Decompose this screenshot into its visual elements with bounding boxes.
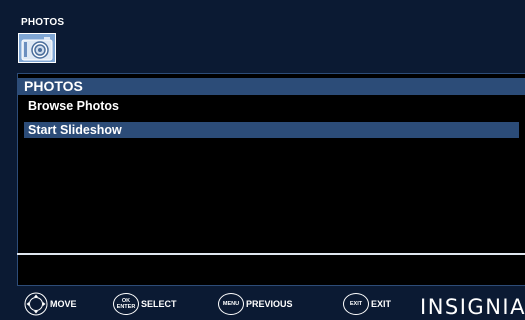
menu-button-icon: MENU (218, 293, 244, 315)
hint-label-previous: PREVIOUS (246, 299, 293, 309)
hint-previous: MENU PREVIOUS (218, 292, 293, 316)
info-panel (17, 256, 525, 286)
hint-select: OK ENTER SELECT (113, 292, 177, 316)
dpad-icon (24, 292, 48, 316)
menu-item-start-slideshow[interactable]: Start Slideshow (24, 122, 519, 138)
photos-menu: PHOTOS Browse Photos Start Slideshow (17, 73, 525, 259)
section-label: PHOTOS (21, 17, 65, 28)
ok-enter-button-icon: OK ENTER (113, 293, 139, 315)
divider (17, 253, 525, 255)
hint-label-select: SELECT (141, 299, 177, 309)
hint-move: MOVE (24, 292, 77, 316)
menu-title: PHOTOS (18, 78, 525, 95)
brand-logo: INSIGNIA (420, 295, 525, 319)
camera-icon (18, 33, 56, 63)
hint-label-move: MOVE (50, 299, 77, 309)
menu-item-browse-photos[interactable]: Browse Photos (24, 98, 519, 114)
exit-button-icon: EXIT (343, 293, 369, 315)
hint-label-exit: EXIT (371, 299, 392, 309)
hint-exit: EXIT EXIT (343, 292, 391, 316)
